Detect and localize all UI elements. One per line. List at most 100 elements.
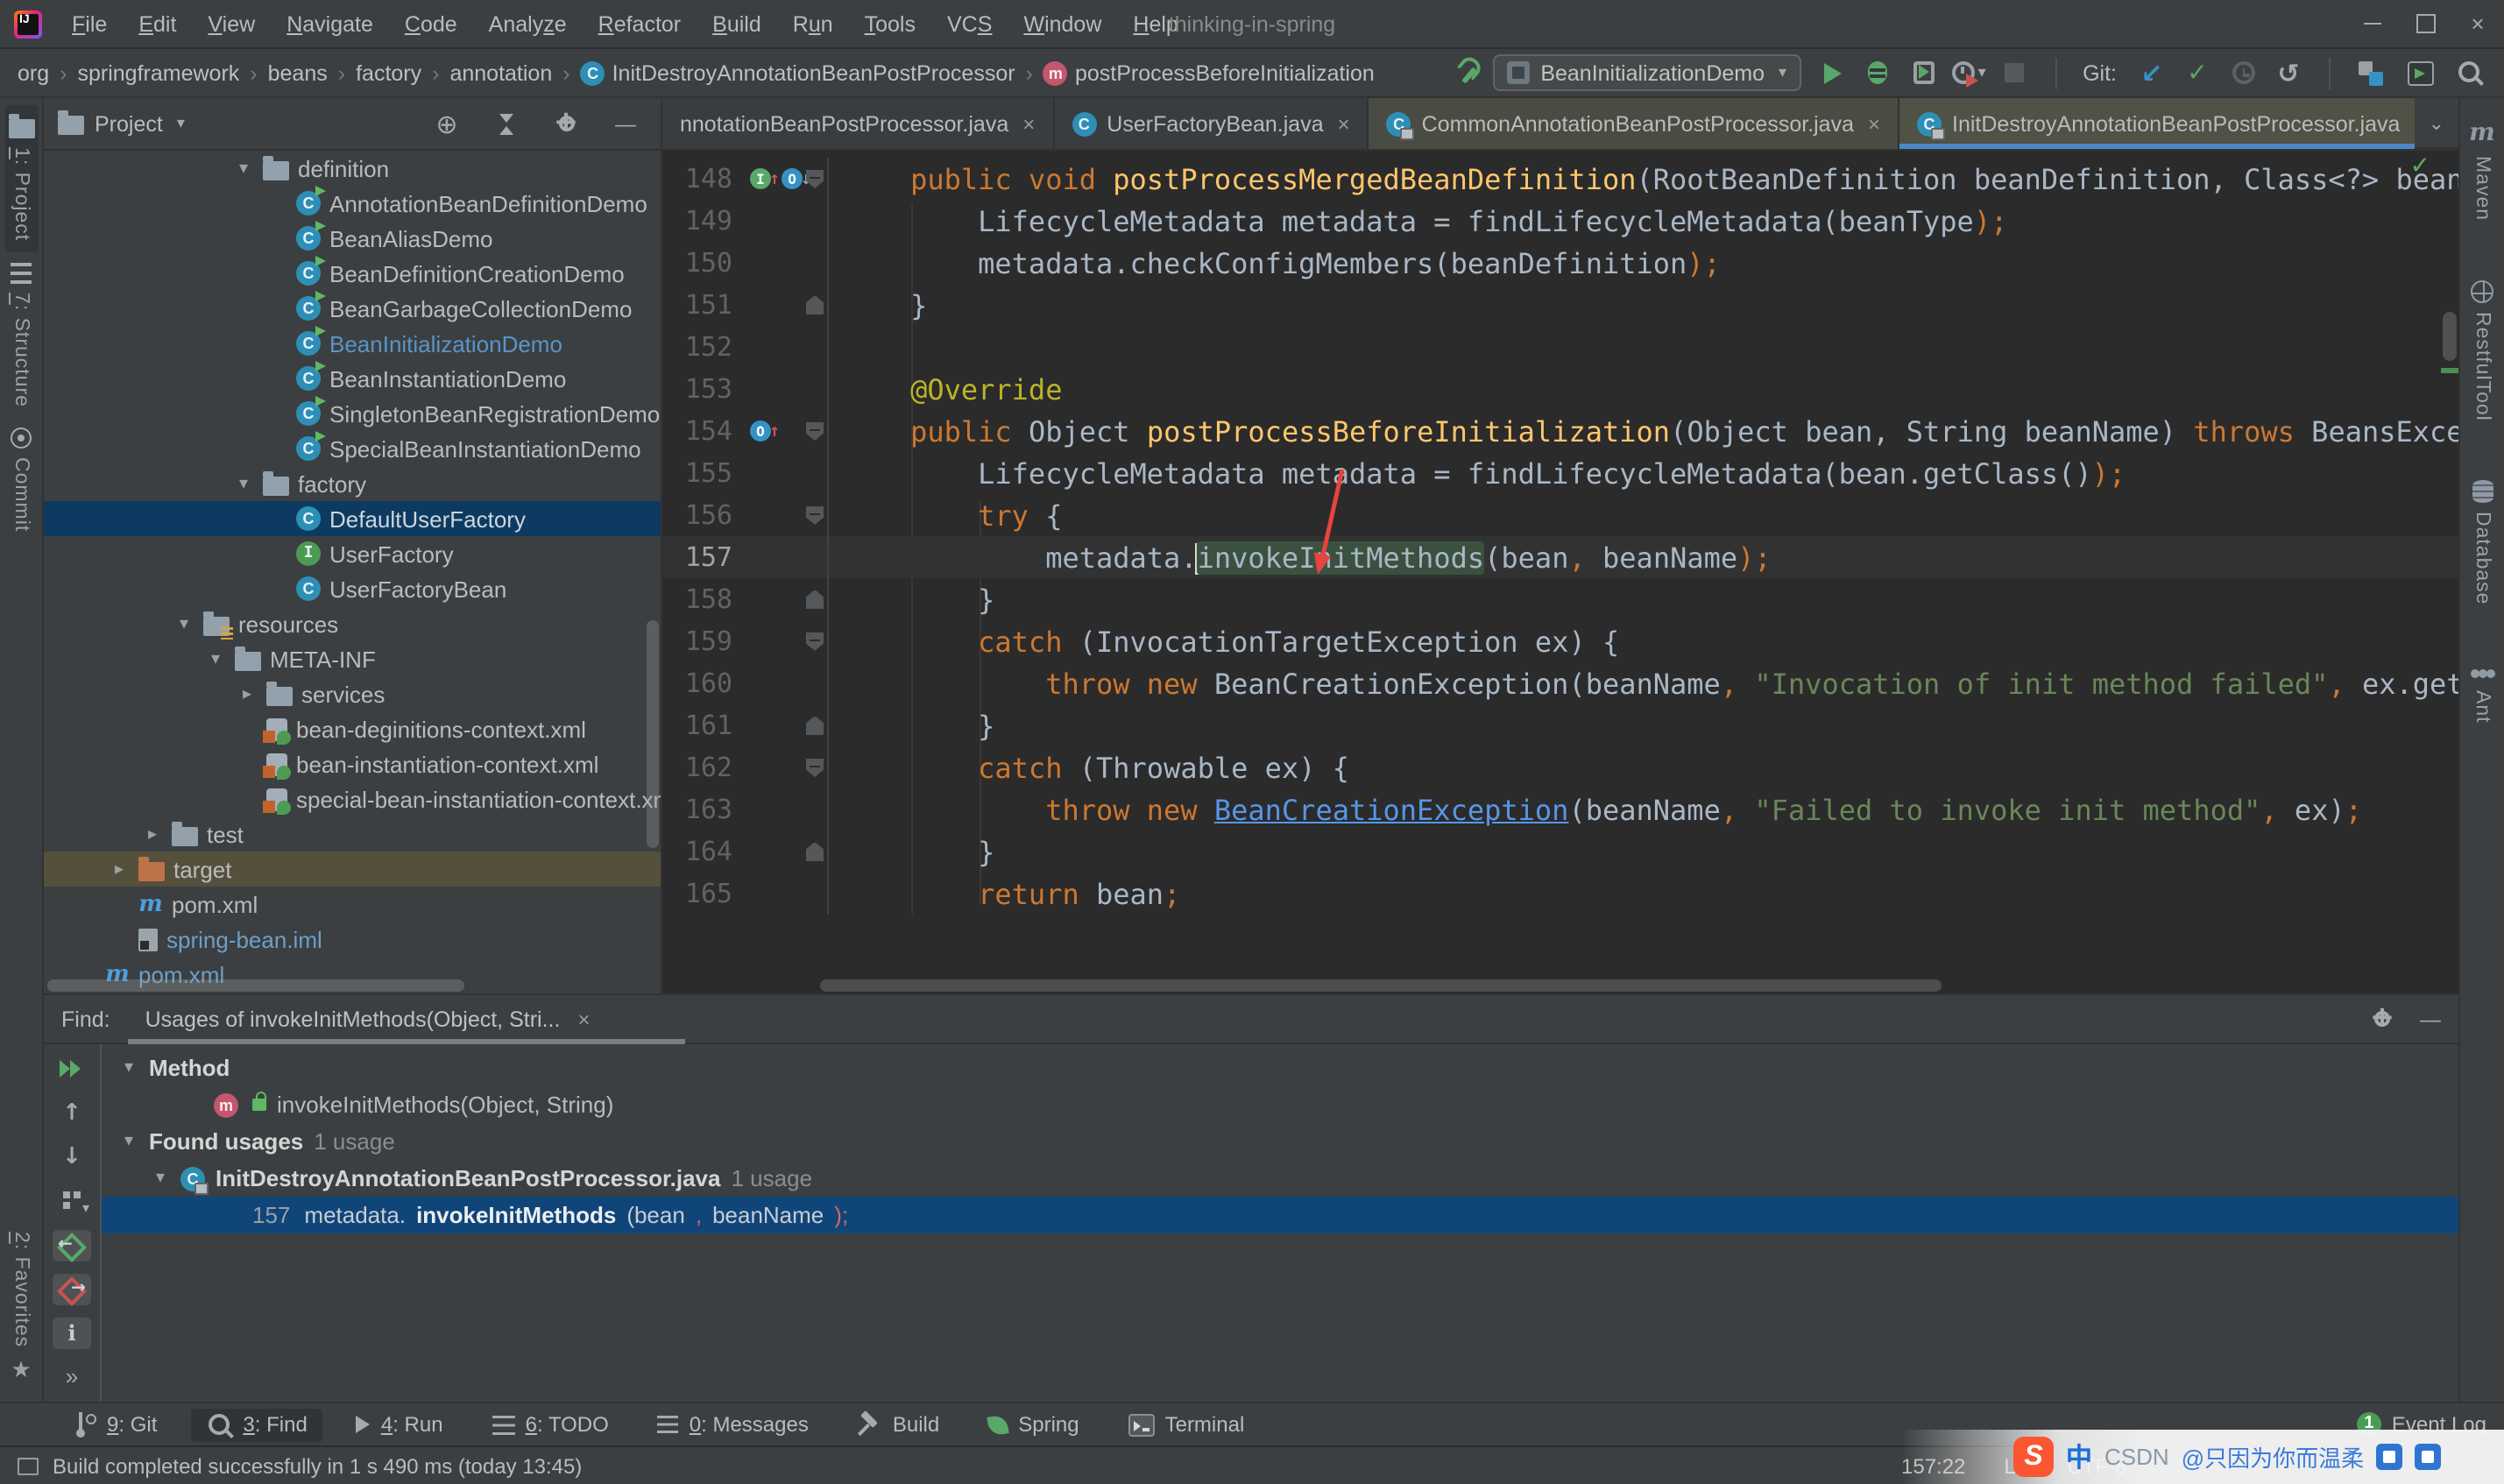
editor-horizontal-scrollbar[interactable] bbox=[820, 979, 1942, 992]
fold-marker-icon[interactable] bbox=[806, 842, 824, 861]
code-line[interactable]: 150 metadata.checkConfigMembers(beanDefi… bbox=[662, 242, 2458, 284]
toolwindow-6-todo[interactable]: 6: TODO bbox=[477, 1409, 625, 1440]
breadcrumb-item[interactable]: postProcessBeforeInitialization bbox=[1040, 60, 1378, 85]
project-tree-item[interactable]: BeanDefinitionCreationDemo bbox=[44, 256, 661, 291]
editor-tab[interactable]: UserFactoryBean.java× bbox=[1054, 98, 1369, 149]
search-everywhere-button[interactable] bbox=[2448, 53, 2490, 92]
editor-tab[interactable]: nnotationBeanPostProcessor.java× bbox=[662, 98, 1054, 149]
stripe-maven[interactable]: Maven bbox=[2465, 109, 2499, 231]
toolwindow-toggle-icon[interactable] bbox=[18, 1457, 39, 1474]
project-tree-item[interactable]: UserFactoryBean bbox=[44, 571, 661, 606]
fold-marker-icon[interactable] bbox=[806, 590, 824, 609]
code-line[interactable]: 164 } bbox=[662, 830, 2458, 873]
fold-marker-icon[interactable] bbox=[806, 716, 824, 735]
menu-item-code[interactable]: Code bbox=[389, 11, 473, 36]
menu-item-analyze[interactable]: Analyze bbox=[473, 11, 583, 36]
tree-arrow-icon[interactable]: ▸ bbox=[142, 824, 163, 844]
project-tree-item[interactable]: ▸services bbox=[44, 676, 661, 711]
gear-button[interactable] bbox=[545, 104, 587, 143]
gear-icon[interactable] bbox=[2369, 1006, 2395, 1032]
toolwindow-terminal[interactable]: Terminal bbox=[1113, 1409, 1261, 1440]
code-line[interactable]: 165 return bean; bbox=[662, 873, 2458, 915]
collapse-all-button[interactable] bbox=[485, 104, 527, 143]
stripe-restfultool[interactable]: RestfulTool bbox=[2467, 270, 2497, 432]
editor-tab[interactable]: InitDestroyAnnotationBeanPostProcessor.j… bbox=[1899, 98, 2415, 149]
breadcrumb-item[interactable]: springframework bbox=[74, 60, 244, 85]
stripe-database[interactable]: Database bbox=[2468, 470, 2496, 616]
code-line[interactable]: 158 } bbox=[662, 578, 2458, 620]
toolwindow-build[interactable]: Build bbox=[842, 1409, 955, 1440]
info-button[interactable] bbox=[53, 1318, 91, 1349]
project-tree-item[interactable]: spring-bean.iml bbox=[44, 922, 661, 957]
project-tree-item[interactable]: BeanAliasDemo bbox=[44, 221, 661, 256]
fold-marker-icon[interactable] bbox=[806, 421, 824, 441]
menu-item-run[interactable]: Run bbox=[777, 11, 849, 36]
code-line[interactable]: 154O↑ public Object postProcessBeforeIni… bbox=[662, 410, 2458, 452]
stripe-7-structure[interactable]: 7: Structure bbox=[7, 251, 35, 417]
project-tree-item[interactable]: bean-instantiation-context.xml bbox=[44, 746, 661, 781]
hide-panel-icon[interactable] bbox=[2420, 1007, 2441, 1031]
find-tab[interactable]: Usages of invokeInitMethods(Object, Stri… bbox=[135, 995, 601, 1042]
menu-item-build[interactable]: Build bbox=[697, 11, 777, 36]
next-button[interactable] bbox=[53, 1141, 91, 1173]
run-anything-button[interactable] bbox=[2399, 53, 2441, 92]
find-result-row[interactable]: invokeInitMethods(Object, String) bbox=[102, 1086, 2458, 1123]
code-line[interactable]: 149 LifecycleMetadata metadata = findLif… bbox=[662, 200, 2458, 242]
toolwindow-3-find[interactable]: 3: Find bbox=[190, 1408, 322, 1441]
tree-arrow-icon[interactable]: ▸ bbox=[237, 684, 258, 703]
stop-button[interactable] bbox=[1993, 53, 2035, 92]
menu-item-view[interactable]: View bbox=[192, 11, 271, 36]
tree-arrow-icon[interactable]: ▾ bbox=[119, 1132, 138, 1151]
toolwindow-9-git[interactable]: 9: Git bbox=[60, 1409, 173, 1440]
more-button[interactable] bbox=[53, 1361, 91, 1393]
project-tree-item[interactable]: ▾definition bbox=[44, 151, 661, 186]
menu-item-vcs[interactable]: VCS bbox=[931, 11, 1008, 36]
maximize-icon[interactable] bbox=[2399, 0, 2451, 47]
jump-red-button[interactable] bbox=[53, 1273, 91, 1304]
project-tree-item[interactable]: UserFactory bbox=[44, 536, 661, 571]
project-tree-item[interactable]: SingletonBeanRegistrationDemo bbox=[44, 396, 661, 431]
tree-arrow-icon[interactable]: ▾ bbox=[151, 1169, 170, 1188]
chevron-down-icon[interactable]: ▾ bbox=[177, 114, 185, 133]
menu-item-file[interactable]: File bbox=[56, 11, 123, 36]
project-tree-item[interactable]: special-bean-instantiation-context.xml bbox=[44, 781, 661, 816]
rerun-button[interactable] bbox=[53, 1053, 91, 1085]
project-tree-item[interactable]: SpecialBeanInstantiationDemo bbox=[44, 431, 661, 466]
tree-arrow-icon[interactable]: ▾ bbox=[233, 474, 254, 493]
code-line[interactable]: 152 bbox=[662, 326, 2458, 368]
locate-button[interactable] bbox=[426, 104, 468, 143]
editor-tab[interactable]: CommonAnnotationBeanPostProcessor.java× bbox=[1369, 98, 1899, 149]
code-line[interactable]: 163 throw new BeanCreationException(bean… bbox=[662, 788, 2458, 830]
stripe-1-project[interactable]: 1: Project bbox=[4, 105, 38, 251]
inspections-ok-icon[interactable]: ✓ bbox=[2410, 152, 2430, 180]
fold-marker-icon[interactable] bbox=[806, 295, 824, 314]
close-tab-icon[interactable]: × bbox=[1868, 111, 1880, 136]
prev-button[interactable] bbox=[53, 1097, 91, 1128]
project-tree-item[interactable]: bean-deginitions-context.xml bbox=[44, 711, 661, 746]
code-line[interactable]: 159 catch (InvocationTargetException ex)… bbox=[662, 620, 2458, 662]
stripe-commit[interactable]: Commit bbox=[7, 417, 35, 542]
tree-arrow-icon[interactable]: ▸ bbox=[109, 859, 130, 879]
toolwindow-0-messages[interactable]: 0: Messages bbox=[642, 1409, 824, 1440]
coverage-button[interactable] bbox=[1902, 53, 1944, 92]
project-panel-title[interactable]: Project bbox=[95, 111, 163, 136]
close-icon[interactable]: × bbox=[2451, 0, 2504, 47]
close-tab-icon[interactable]: × bbox=[1022, 111, 1035, 136]
breadcrumb-item[interactable]: annotation bbox=[446, 60, 555, 85]
group-by-button[interactable] bbox=[53, 1185, 91, 1217]
close-icon[interactable]: × bbox=[577, 1007, 590, 1031]
breadcrumb-item[interactable]: org bbox=[14, 60, 53, 85]
stripe-2-favorites[interactable]: 2: Favorites bbox=[7, 1221, 35, 1395]
minimize-icon[interactable] bbox=[2346, 0, 2399, 47]
code-editor[interactable]: 148I↑O↓ public void postProcessMergedBea… bbox=[662, 151, 2458, 993]
code-line[interactable]: 148I↑O↓ public void postProcessMergedBea… bbox=[662, 158, 2458, 200]
project-tree-item[interactable]: ▸test bbox=[44, 816, 661, 852]
toolwindow-4-run[interactable]: 4: Run bbox=[341, 1409, 459, 1440]
project-tree-item[interactable]: DefaultUserFactory bbox=[44, 501, 661, 536]
fold-marker-icon[interactable] bbox=[806, 169, 824, 188]
stripe-ant[interactable]: Ant bbox=[2466, 654, 2498, 733]
code-line[interactable]: 153 @Override bbox=[662, 368, 2458, 410]
fold-marker-icon[interactable] bbox=[806, 505, 824, 525]
code-line[interactable]: 157 metadata.invokeInitMethods(bean, bea… bbox=[662, 536, 2458, 578]
breadcrumb-item[interactable]: InitDestroyAnnotationBeanPostProcessor bbox=[577, 60, 1019, 85]
